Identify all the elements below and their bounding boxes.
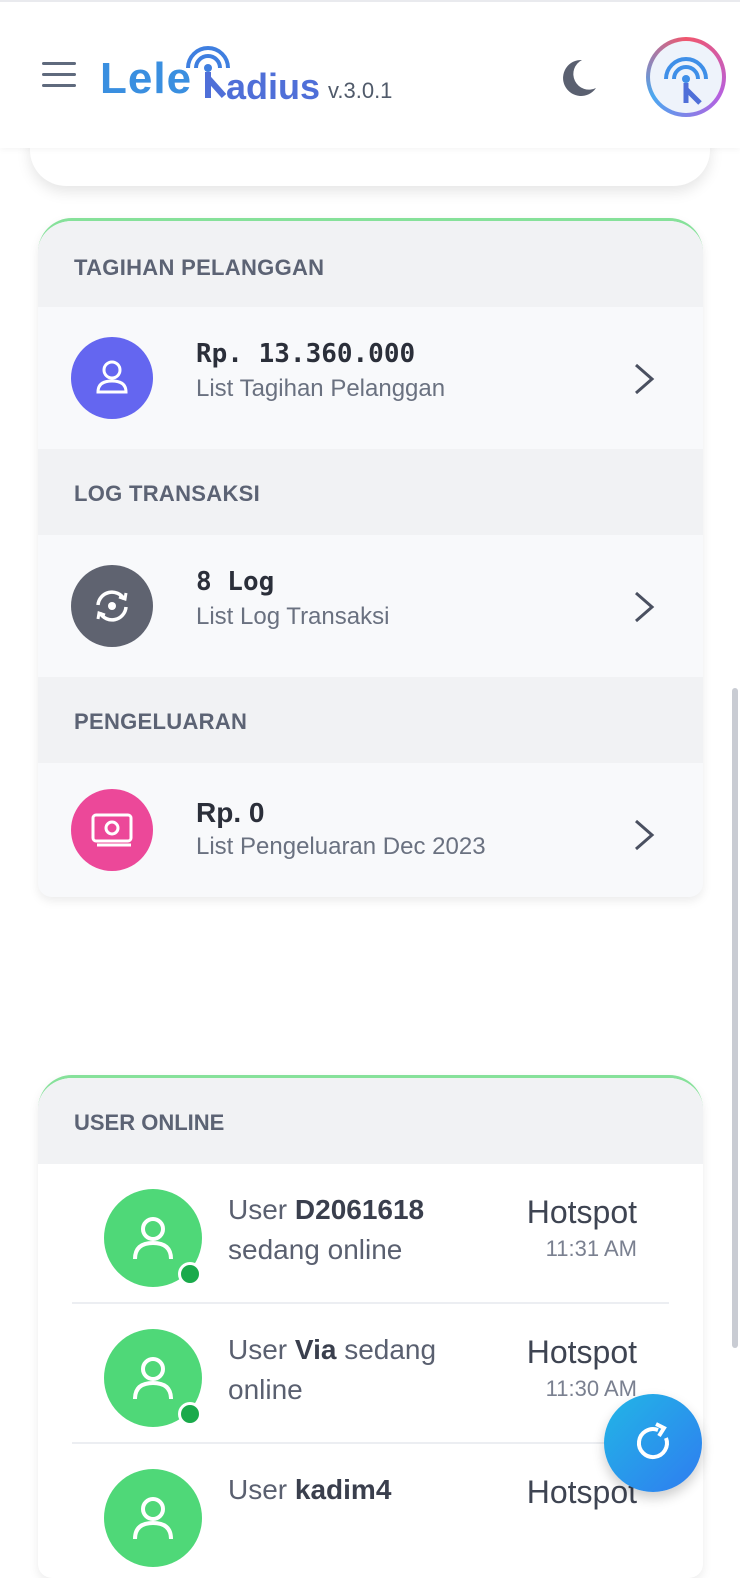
- chevron-right-icon: [635, 819, 655, 851]
- section-title: LOG TRANSAKSI: [74, 481, 261, 506]
- connection-type: Hotspot: [526, 1334, 637, 1370]
- user-name: D2061618: [294, 1194, 425, 1225]
- refresh-button[interactable]: [604, 1394, 702, 1492]
- chevron-right-icon: [635, 363, 655, 395]
- page-scrollbar[interactable]: [732, 688, 738, 1348]
- online-time: 11:31 AM: [545, 1236, 637, 1261]
- app-logo[interactable]: Lele adius v.3.0.1: [100, 44, 420, 114]
- tagihan-value: Rp. 13.360.000: [196, 339, 416, 369]
- log-transaksi-row[interactable]: 8 Log List Log Transaksi: [38, 535, 703, 677]
- hamburger-menu-icon[interactable]: [42, 62, 76, 90]
- user-name: Via: [294, 1334, 337, 1365]
- user-online-header: USER ONLINE: [38, 1078, 703, 1164]
- online-status-dot: [178, 1262, 202, 1286]
- user-online-title: USER ONLINE: [74, 1110, 225, 1135]
- user-online-card: USER ONLINE User D2061618 sedang online …: [38, 1075, 703, 1578]
- dark-mode-moon-icon[interactable]: [552, 54, 600, 102]
- section-header-log: LOG TRANSAKSI: [38, 449, 703, 535]
- tagihan-label: List Tagihan Pelanggan: [196, 375, 446, 402]
- tagihan-pelanggan-row[interactable]: Rp. 13.360.000 List Tagihan Pelanggan: [38, 307, 703, 449]
- user-icon: [71, 337, 153, 419]
- section-title: TAGIHAN PELANGGAN: [74, 255, 325, 280]
- version-label: v.3.0.1: [328, 78, 393, 103]
- online-message: User D2061618 sedang online: [228, 1194, 425, 1265]
- top-app-bar: Lele adius v.3.0.1: [0, 0, 740, 148]
- summary-card: TAGIHAN PELANGGAN Rp. 13.360.000 List Ta…: [38, 218, 703, 897]
- log-label: List Log Transaksi: [196, 603, 390, 630]
- section-header-pengeluaran: PENGELUARAN: [38, 677, 703, 763]
- online-message: User Via sedang online: [228, 1334, 437, 1405]
- chevron-right-icon: [635, 591, 655, 623]
- online-user-row[interactable]: User D2061618 sedang online Hotspot 11:3…: [38, 1164, 703, 1304]
- online-status-dot: [178, 1402, 202, 1426]
- radius-logo-avatar-icon: [664, 57, 708, 105]
- logo-text-lele: Lele: [100, 54, 193, 103]
- pengeluaran-row[interactable]: Rp. 0 List Pengeluaran Dec 2023: [38, 763, 703, 897]
- section-header-tagihan: TAGIHAN PELANGGAN: [38, 221, 703, 307]
- money-icon: [71, 789, 153, 871]
- log-value: 8 Log: [196, 567, 275, 597]
- pengeluaran-label: List Pengeluaran Dec 2023: [196, 833, 486, 860]
- online-message: User kadim4: [228, 1474, 392, 1505]
- user-avatar-icon: [104, 1469, 202, 1567]
- profile-avatar[interactable]: [646, 37, 726, 117]
- section-title: PENGELUARAN: [74, 709, 248, 734]
- sync-icon: [71, 565, 153, 647]
- refresh-icon: [636, 1422, 669, 1460]
- connection-type: Hotspot: [526, 1194, 637, 1230]
- user-name: kadim4: [294, 1474, 392, 1505]
- pengeluaran-value: Rp. 0: [196, 797, 265, 828]
- logo-text-adius: adius: [226, 66, 321, 107]
